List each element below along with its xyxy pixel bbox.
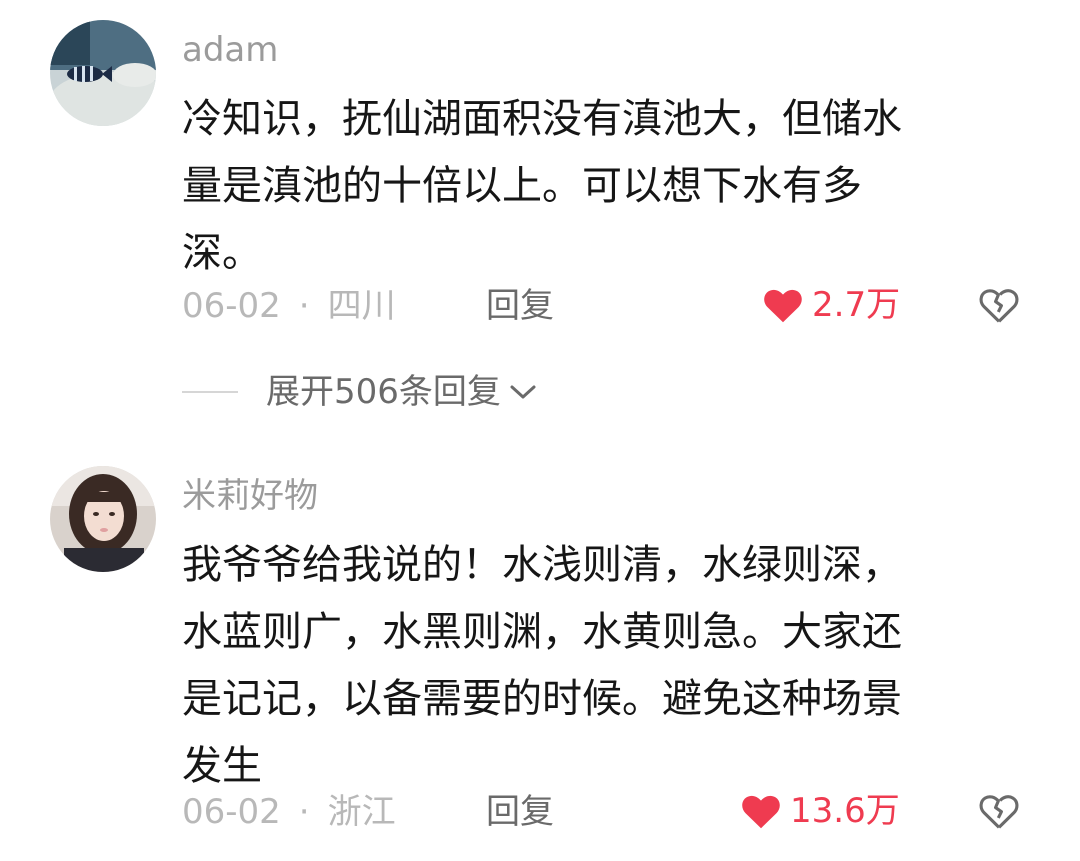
expand-replies-label: 展开506条回复 <box>266 372 501 412</box>
divider-line <box>182 391 238 393</box>
dislike-button[interactable] <box>978 286 1020 328</box>
like-button[interactable]: 13.6万 <box>740 791 900 831</box>
chevron-down-icon <box>510 385 536 399</box>
comment-date: 06-02 <box>182 286 281 326</box>
heart-filled-icon <box>742 795 780 829</box>
comment-text-line: 深。 <box>182 230 262 276</box>
comment-meta: 06-02 · 浙江 <box>182 792 396 832</box>
comment-text-line: 量是滇池的十倍以上。可以想下水有多 <box>182 163 862 209</box>
meta-separator: · <box>298 792 310 832</box>
heart-filled-icon <box>764 289 802 323</box>
comment-date: 06-02 <box>182 792 281 832</box>
comment-meta: 06-02 · 四川 <box>182 286 396 326</box>
reply-button[interactable]: 回复 <box>486 286 554 326</box>
like-button[interactable]: 2.7万 <box>762 285 900 325</box>
broken-heart-icon <box>979 289 1019 323</box>
comment-location: 浙江 <box>327 792 396 832</box>
fish-avatar-icon <box>50 20 156 126</box>
username[interactable]: adam <box>182 30 278 70</box>
meta-separator: · <box>298 286 310 326</box>
reply-button[interactable]: 回复 <box>486 792 554 832</box>
dislike-button[interactable] <box>978 792 1020 834</box>
comment-text: 冷知识，抚仙湖面积没有滇池大，但储水 量是滇池的十倍以上。可以想下水有多 深。 <box>182 86 1022 287</box>
comment-location: 四川 <box>327 286 396 326</box>
comment-text-line: 水蓝则广，水黑则渊，水黄则急。大家还 <box>182 609 902 655</box>
like-count: 2.7万 <box>812 285 901 325</box>
girl-portrait-avatar-icon <box>50 466 156 572</box>
user-avatar[interactable] <box>50 466 156 572</box>
like-count: 13.6万 <box>790 791 900 831</box>
broken-heart-icon <box>979 795 1019 829</box>
comment-text-line: 冷知识，抚仙湖面积没有滇池大，但储水 <box>182 96 902 142</box>
comment-list: adam 冷知识，抚仙湖面积没有滇池大，但储水 量是滇池的十倍以上。可以想下水有… <box>0 0 1080 861</box>
comment-text: 我爷爷给我说的！水浅则清，水绿则深， 水蓝则广，水黑则渊，水黄则急。大家还 是记… <box>182 532 1022 800</box>
comment-text-line: 是记记，以备需要的时候。避免这种场景 <box>182 676 902 722</box>
username[interactable]: 米莉好物 <box>182 476 318 516</box>
comment-text-line: 我爷爷给我说的！水浅则清，水绿则深， <box>182 542 902 588</box>
user-avatar[interactable] <box>50 20 156 126</box>
expand-replies-button[interactable]: 展开506条回复 <box>182 372 537 412</box>
comment-text-line: 发生 <box>182 743 262 789</box>
